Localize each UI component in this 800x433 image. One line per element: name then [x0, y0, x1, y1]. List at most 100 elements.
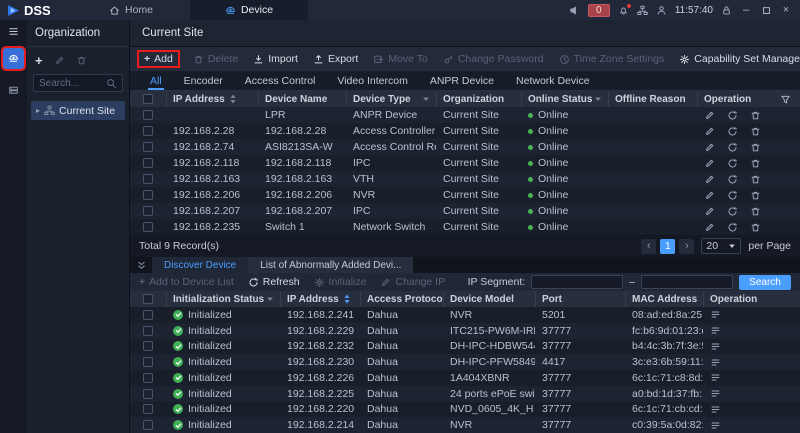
- rail-item-device-list[interactable]: [3, 80, 24, 101]
- initialize-button[interactable]: Initialize: [314, 276, 367, 288]
- row-checkbox[interactable]: [143, 341, 153, 351]
- edit-icon[interactable]: [704, 174, 715, 185]
- close-button[interactable]: ×: [780, 4, 792, 16]
- row-checkbox[interactable]: [143, 357, 153, 367]
- edit-icon[interactable]: [704, 126, 715, 137]
- device-row[interactable]: 192.168.2.206 192.168.2.206 NVR Current …: [130, 187, 800, 203]
- edit-icon[interactable]: [704, 158, 715, 169]
- delete-org-icon[interactable]: [76, 55, 87, 66]
- current-page[interactable]: 1: [660, 239, 675, 254]
- per-page-select[interactable]: 20: [701, 238, 741, 254]
- tab-home[interactable]: Home: [72, 0, 190, 20]
- menu-icon[interactable]: [8, 26, 19, 37]
- details-icon[interactable]: [710, 309, 721, 320]
- tab-anpr-device[interactable]: ANPR Device: [419, 71, 505, 90]
- edit-icon[interactable]: [704, 142, 715, 153]
- time-zone-button[interactable]: Time Zone Settings: [559, 53, 665, 65]
- next-page-button[interactable]: ›: [679, 239, 694, 254]
- discovered-device-row[interactable]: Initialized 192.168.2.226 Dahua 1A404XBN…: [130, 370, 800, 386]
- change-ip-button[interactable]: Change IP: [380, 276, 445, 288]
- prev-page-button[interactable]: ‹: [641, 239, 656, 254]
- row-checkbox[interactable]: [143, 142, 153, 152]
- config-icon[interactable]: [727, 222, 738, 233]
- alarm-count-badge[interactable]: 0: [588, 4, 610, 17]
- delete-icon[interactable]: [750, 158, 761, 169]
- row-checkbox[interactable]: [143, 110, 153, 120]
- edit-icon[interactable]: [704, 110, 715, 121]
- rail-item-device[interactable]: [3, 48, 24, 69]
- ip-segment-end-input[interactable]: [641, 275, 733, 289]
- edit-org-icon[interactable]: [54, 55, 65, 66]
- device-row[interactable]: 192.168.2.163 192.168.2.163 VTH Current …: [130, 171, 800, 187]
- tab-abnormal-devices[interactable]: List of Abnormally Added Devi...: [248, 257, 413, 273]
- details-icon[interactable]: [710, 404, 721, 415]
- edit-icon[interactable]: [704, 222, 715, 233]
- collapse-panel-icon[interactable]: [130, 257, 152, 273]
- discovered-device-row[interactable]: Initialized 192.168.2.225 Dahua 24 ports…: [130, 386, 800, 402]
- config-icon[interactable]: [727, 126, 738, 137]
- device-row[interactable]: 192.168.2.74 ASI8213SA-W Access Control …: [130, 139, 800, 155]
- alarm-bell-icon[interactable]: [618, 5, 629, 16]
- edit-icon[interactable]: [704, 206, 715, 217]
- select-all-checkbox[interactable]: [143, 94, 153, 104]
- row-checkbox[interactable]: [143, 222, 153, 232]
- sort-icon[interactable]: [343, 294, 351, 304]
- sort-icon[interactable]: [229, 94, 237, 104]
- details-icon[interactable]: [710, 420, 721, 431]
- import-button[interactable]: Import: [253, 53, 298, 65]
- maximize-button[interactable]: [760, 5, 772, 16]
- add-org-button[interactable]: +: [35, 56, 43, 66]
- details-icon[interactable]: [710, 388, 721, 399]
- delete-icon[interactable]: [750, 206, 761, 217]
- discovered-device-row[interactable]: Initialized 192.168.2.230 Dahua DH-IPC-P…: [130, 354, 800, 370]
- row-checkbox[interactable]: [143, 373, 153, 383]
- row-checkbox[interactable]: [143, 190, 153, 200]
- config-icon[interactable]: [727, 142, 738, 153]
- delete-icon[interactable]: [750, 126, 761, 137]
- delete-icon[interactable]: [750, 142, 761, 153]
- tab-all[interactable]: All: [139, 71, 173, 90]
- config-icon[interactable]: [727, 206, 738, 217]
- user-icon[interactable]: [656, 5, 667, 16]
- tab-encoder[interactable]: Encoder: [173, 71, 234, 90]
- add-button[interactable]: +Add: [139, 52, 178, 66]
- tree-item-current-site[interactable]: ▸ Current Site: [31, 101, 125, 120]
- device-row[interactable]: 192.168.2.28 192.168.2.28 Access Control…: [130, 123, 800, 139]
- capability-button[interactable]: Capability Set Management: [679, 53, 800, 65]
- config-icon[interactable]: [727, 110, 738, 121]
- row-checkbox[interactable]: [143, 389, 153, 399]
- row-checkbox[interactable]: [143, 326, 153, 336]
- delete-icon[interactable]: [750, 222, 761, 233]
- device-row[interactable]: 192.168.2.207 192.168.2.207 IPC Current …: [130, 203, 800, 219]
- config-icon[interactable]: [727, 174, 738, 185]
- speaker-icon[interactable]: [569, 5, 580, 16]
- tab-video-intercom[interactable]: Video Intercom: [326, 71, 418, 90]
- tab-access-control[interactable]: Access Control: [234, 71, 327, 90]
- ip-segment-start-input[interactable]: [531, 275, 623, 289]
- expand-arrow-icon[interactable]: ▸: [36, 106, 40, 115]
- select-all-checkbox[interactable]: [143, 294, 153, 304]
- config-icon[interactable]: [727, 158, 738, 169]
- refresh-button[interactable]: Refresh: [248, 276, 300, 288]
- device-row[interactable]: LPR ANPR Device Current Site Online: [130, 107, 800, 123]
- delete-icon[interactable]: [750, 190, 761, 201]
- discovered-device-row[interactable]: Initialized 192.168.2.232 Dahua DH-IPC-H…: [130, 339, 800, 355]
- filter-caret-icon[interactable]: [422, 95, 430, 103]
- discovered-device-row[interactable]: Initialized 192.168.2.220 Dahua NVD_0605…: [130, 402, 800, 418]
- details-icon[interactable]: [710, 325, 721, 336]
- edit-icon[interactable]: [704, 190, 715, 201]
- discovered-device-row[interactable]: Initialized 192.168.2.241 Dahua NVR 5201…: [130, 307, 800, 323]
- device-row[interactable]: 192.168.2.235 Switch 1 Network Switch Cu…: [130, 219, 800, 235]
- device-row[interactable]: 192.168.2.118 192.168.2.118 IPC Current …: [130, 155, 800, 171]
- search-button[interactable]: Search: [739, 275, 791, 290]
- details-icon[interactable]: [710, 357, 721, 368]
- delete-icon[interactable]: [750, 174, 761, 185]
- tab-device[interactable]: Device: [190, 0, 308, 20]
- change-password-button[interactable]: Change Password: [443, 53, 544, 65]
- delete-icon[interactable]: [750, 110, 761, 121]
- filter-caret-icon[interactable]: [266, 295, 274, 303]
- details-icon[interactable]: [710, 372, 721, 383]
- export-button[interactable]: Export: [313, 53, 358, 65]
- discovered-device-row[interactable]: Initialized 192.168.2.214 Dahua NVR 3777…: [130, 417, 800, 433]
- row-checkbox[interactable]: [143, 404, 153, 414]
